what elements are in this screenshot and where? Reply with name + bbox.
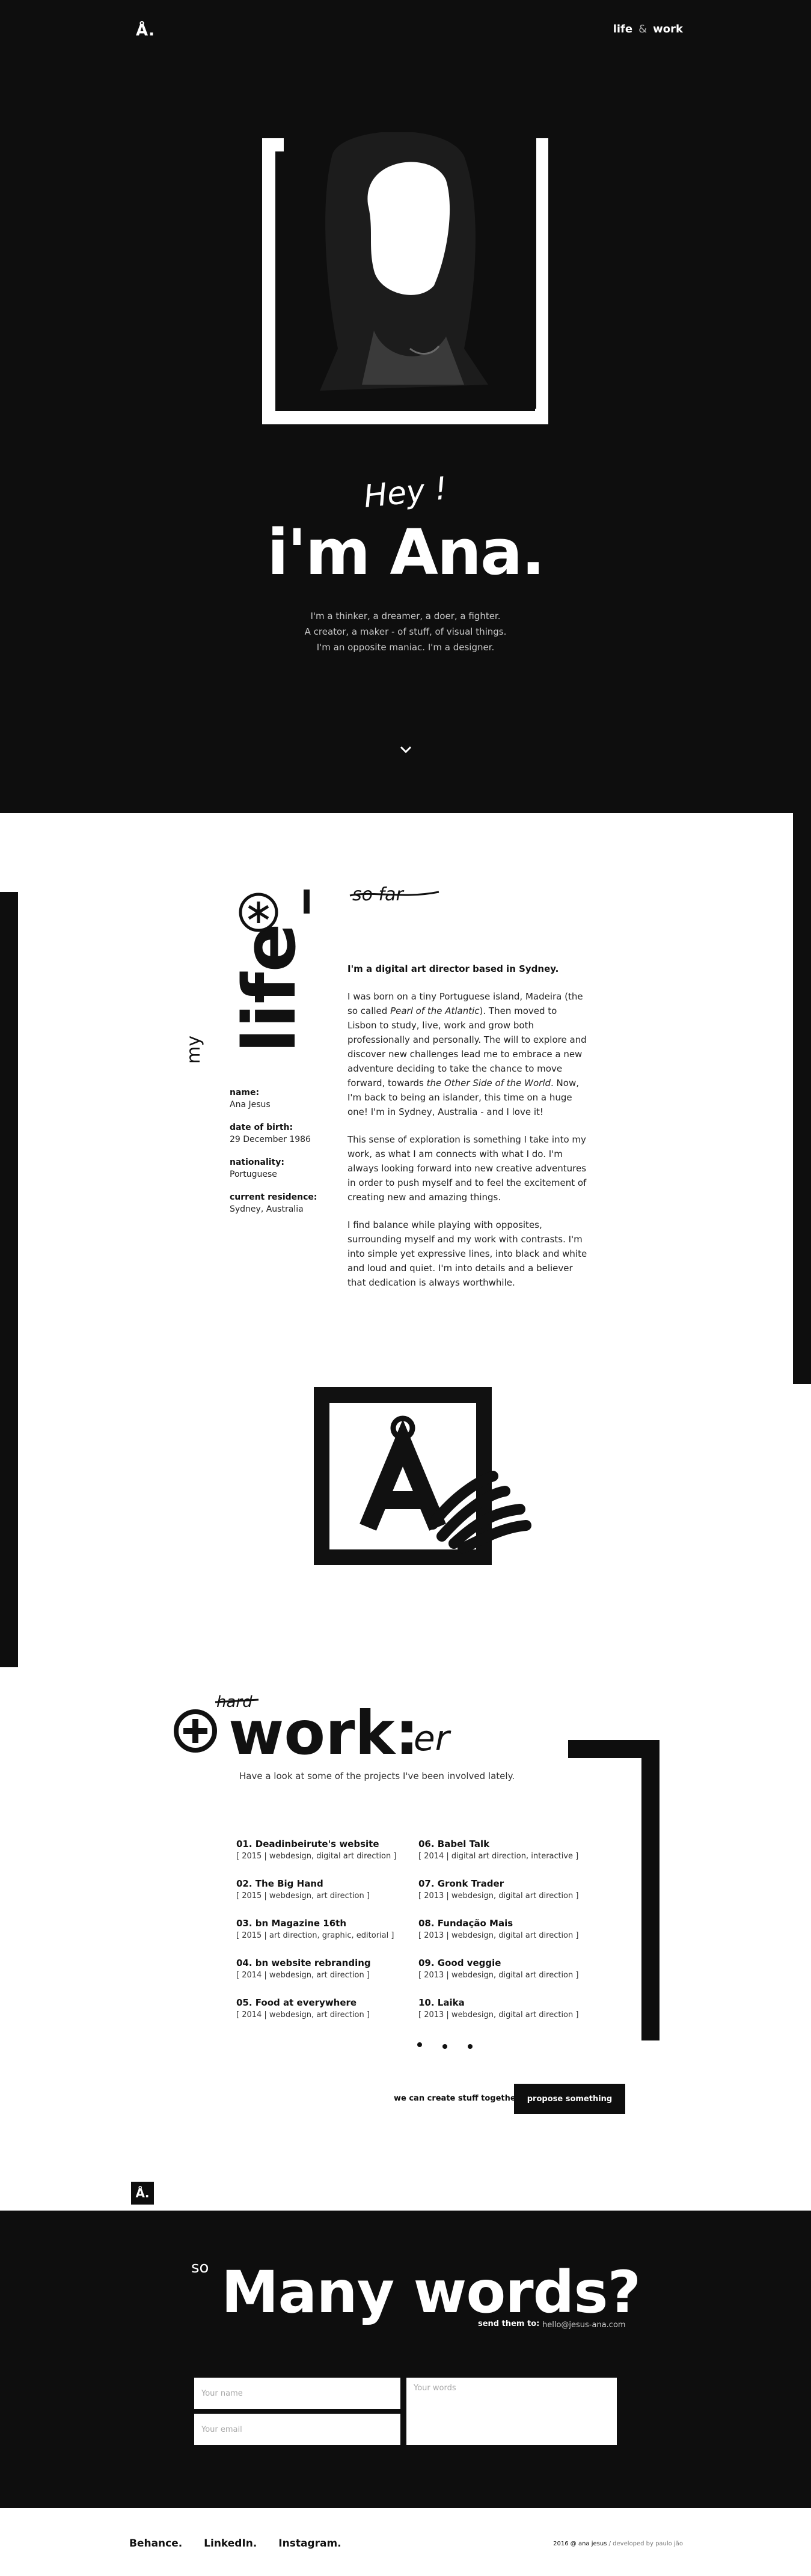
project-item[interactable]: 03. bn Magazine 16th [ 2015 | art direct… (236, 1917, 429, 1956)
fact-value: 29 December 1986 (230, 1135, 311, 1144)
personal-facts: name: Ana Jesus date of birth: 29 Decemb… (230, 1087, 326, 1226)
life-description: I'm a digital art director based in Sydn… (347, 962, 588, 1303)
project-meta: [ 2015 | art direction, graphic, editori… (236, 1931, 394, 1940)
project-item[interactable]: 06. Babel Talk [ 2014 | digital art dire… (418, 1837, 611, 1877)
top-nav: life & work (613, 23, 683, 35)
fact-label: date of birth: (230, 1123, 293, 1132)
fact-name: name: Ana Jesus (230, 1087, 326, 1111)
work-heading-main: work: (228, 1698, 419, 1767)
life-paragraph-3: I find balance while playing with opposi… (347, 1219, 587, 1288)
contact-email-link[interactable]: hello@jesus-ana.com (542, 2319, 638, 2331)
portrait-photo (284, 132, 536, 409)
fact-value: Portuguese (230, 1170, 277, 1179)
decorative-bar-left (0, 892, 18, 1667)
footer-social-links: Behance. LinkedIn. Instagram. (129, 2538, 360, 2550)
send-label: send them to: (478, 2319, 540, 2328)
instagram-link[interactable]: Instagram. (278, 2538, 341, 2550)
pagination-dots[interactable] (415, 2041, 481, 2050)
fact-nationality: nationality: Portuguese (230, 1156, 326, 1180)
project-meta: [ 2015 | webdesign, art direction ] (236, 1891, 370, 1900)
cta-text: we can create stuff together (394, 2094, 520, 2103)
hero-section: Å. life & work Hey ! i'm Ana. I'm a thinke… (0, 0, 811, 813)
a-ring-logo-icon (314, 1387, 531, 1565)
scroll-down-chevron-icon[interactable] (397, 740, 415, 758)
pagination-dot (417, 2042, 422, 2047)
pagination-dot (468, 2044, 473, 2049)
project-title[interactable]: 08. Fundação Mais (418, 1917, 611, 1930)
life-heading-my: my (183, 1036, 204, 1064)
life-heading: my life (183, 890, 312, 1064)
project-title[interactable]: 07. Gronk Trader (418, 1877, 611, 1890)
project-meta: [ 2014 | webdesign, art direction ] (236, 1971, 370, 1980)
nav-life-link[interactable]: life (613, 23, 632, 35)
name-field[interactable] (194, 2378, 400, 2409)
project-meta: [ 2013 | webdesign, digital art directio… (418, 1891, 579, 1900)
fact-birth: date of birth: 29 December 1986 (230, 1122, 326, 1146)
words-field[interactable] (406, 2378, 617, 2445)
life-lead: I'm a digital art director based in Sydn… (347, 963, 559, 974)
project-title[interactable]: 01. Deadinbeirute's website (236, 1837, 429, 1851)
project-meta: [ 2013 | webdesign, digital art directio… (418, 1971, 579, 1980)
project-item[interactable]: 02. The Big Hand [ 2015 | webdesign, art… (236, 1877, 429, 1917)
decorative-bar-right (793, 813, 811, 1384)
project-title[interactable]: 09. Good veggie (418, 1956, 611, 1970)
decorative-corner-side (641, 1740, 660, 2040)
project-item[interactable]: 09. Good veggie [ 2013 | webdesign, digi… (418, 1956, 611, 1996)
fact-label: nationality: (230, 1158, 284, 1167)
behance-link[interactable]: Behance. (129, 2538, 182, 2550)
intro-line-2: A creator, a maker - of stuff, of visual… (304, 626, 507, 637)
project-item[interactable]: 10. Laika [ 2013 | webdesign, digital ar… (418, 1996, 611, 2036)
hero-title: i'm Ana. (267, 516, 545, 589)
project-meta: [ 2013 | webdesign, digital art directio… (418, 1931, 579, 1940)
project-meta: [ 2014 | digital art direction, interact… (418, 1852, 579, 1861)
project-item[interactable]: 01. Deadinbeirute's website [ 2015 | web… (236, 1837, 429, 1877)
nav-work-link[interactable]: work (653, 23, 683, 35)
contact-section (0, 2211, 811, 2508)
project-title[interactable]: 05. Food at everywhere (236, 1996, 429, 2009)
project-item[interactable]: 07. Gronk Trader [ 2013 | webdesign, dig… (418, 1877, 611, 1917)
fact-value: Ana Jesus (230, 1100, 271, 1109)
project-item[interactable]: 05. Food at everywhere [ 2014 | webdesig… (236, 1996, 429, 2036)
email-field[interactable] (194, 2414, 400, 2445)
project-meta: [ 2013 | webdesign, digital art directio… (418, 2010, 579, 2019)
life-paragraph-2: This sense of exploration is something I… (347, 1134, 587, 1203)
work-heading-er: er (414, 1718, 451, 1759)
nav-ampersand: & (638, 23, 647, 35)
plus-circle-icon (174, 1709, 217, 1753)
footer-credit: 2016 @ ana jesus / developed by paulo jã… (553, 2541, 683, 2547)
contact-logo[interactable]: Å. (131, 2182, 154, 2205)
project-item[interactable]: 04. bn website rebranding [ 2014 | webde… (236, 1956, 429, 1996)
contact-so: so (191, 2259, 209, 2277)
fact-label: name: (230, 1088, 260, 1097)
developer-credit: / developed by paulo jão (607, 2541, 683, 2547)
projects-column-left: 01. Deadinbeirute's website [ 2015 | web… (236, 1837, 429, 2036)
projects-column-right: 06. Babel Talk [ 2014 | digital art dire… (418, 1837, 611, 2036)
site-logo[interactable]: Å. (136, 22, 155, 40)
project-title[interactable]: 02. The Big Hand (236, 1877, 429, 1890)
copyright-text: 2016 @ ana jesus (553, 2541, 607, 2547)
fact-residence: current residence: Sydney, Australia (230, 1191, 326, 1215)
project-item[interactable]: 08. Fundação Mais [ 2013 | webdesign, di… (418, 1917, 611, 1956)
project-title[interactable]: 06. Babel Talk (418, 1837, 611, 1851)
project-title[interactable]: 03. bn Magazine 16th (236, 1917, 429, 1930)
intro-line-3: I'm an opposite maniac. I'm a designer. (316, 642, 495, 653)
hero-intro: I'm a thinker, a dreamer, a doer, a figh… (0, 608, 811, 655)
work-subtitle: Have a look at some of the projects I've… (239, 1771, 515, 1781)
life-heading-big: life (228, 923, 312, 1053)
pagination-dot (442, 2044, 447, 2049)
linkedin-link[interactable]: LinkedIn. (204, 2538, 257, 2550)
so-far-note: so far (349, 884, 439, 905)
fact-value: Sydney, Australia (230, 1204, 304, 1214)
propose-something-button[interactable]: propose something (514, 2084, 625, 2114)
project-meta: [ 2014 | webdesign, art direction ] (236, 2010, 370, 2019)
life-paragraph-1: I was born on a tiny Portuguese island, … (347, 991, 587, 1117)
work-heading: hard work: er (174, 1693, 451, 1767)
project-title[interactable]: 04. bn website rebranding (236, 1956, 429, 1970)
fact-label: current residence: (230, 1192, 317, 1202)
intro-line-1: I'm a thinker, a dreamer, a doer, a figh… (310, 611, 501, 621)
project-title[interactable]: 10. Laika (418, 1996, 611, 2009)
project-meta: [ 2015 | webdesign, digital art directio… (236, 1852, 397, 1861)
contact-title: Many words? (221, 2259, 641, 2326)
